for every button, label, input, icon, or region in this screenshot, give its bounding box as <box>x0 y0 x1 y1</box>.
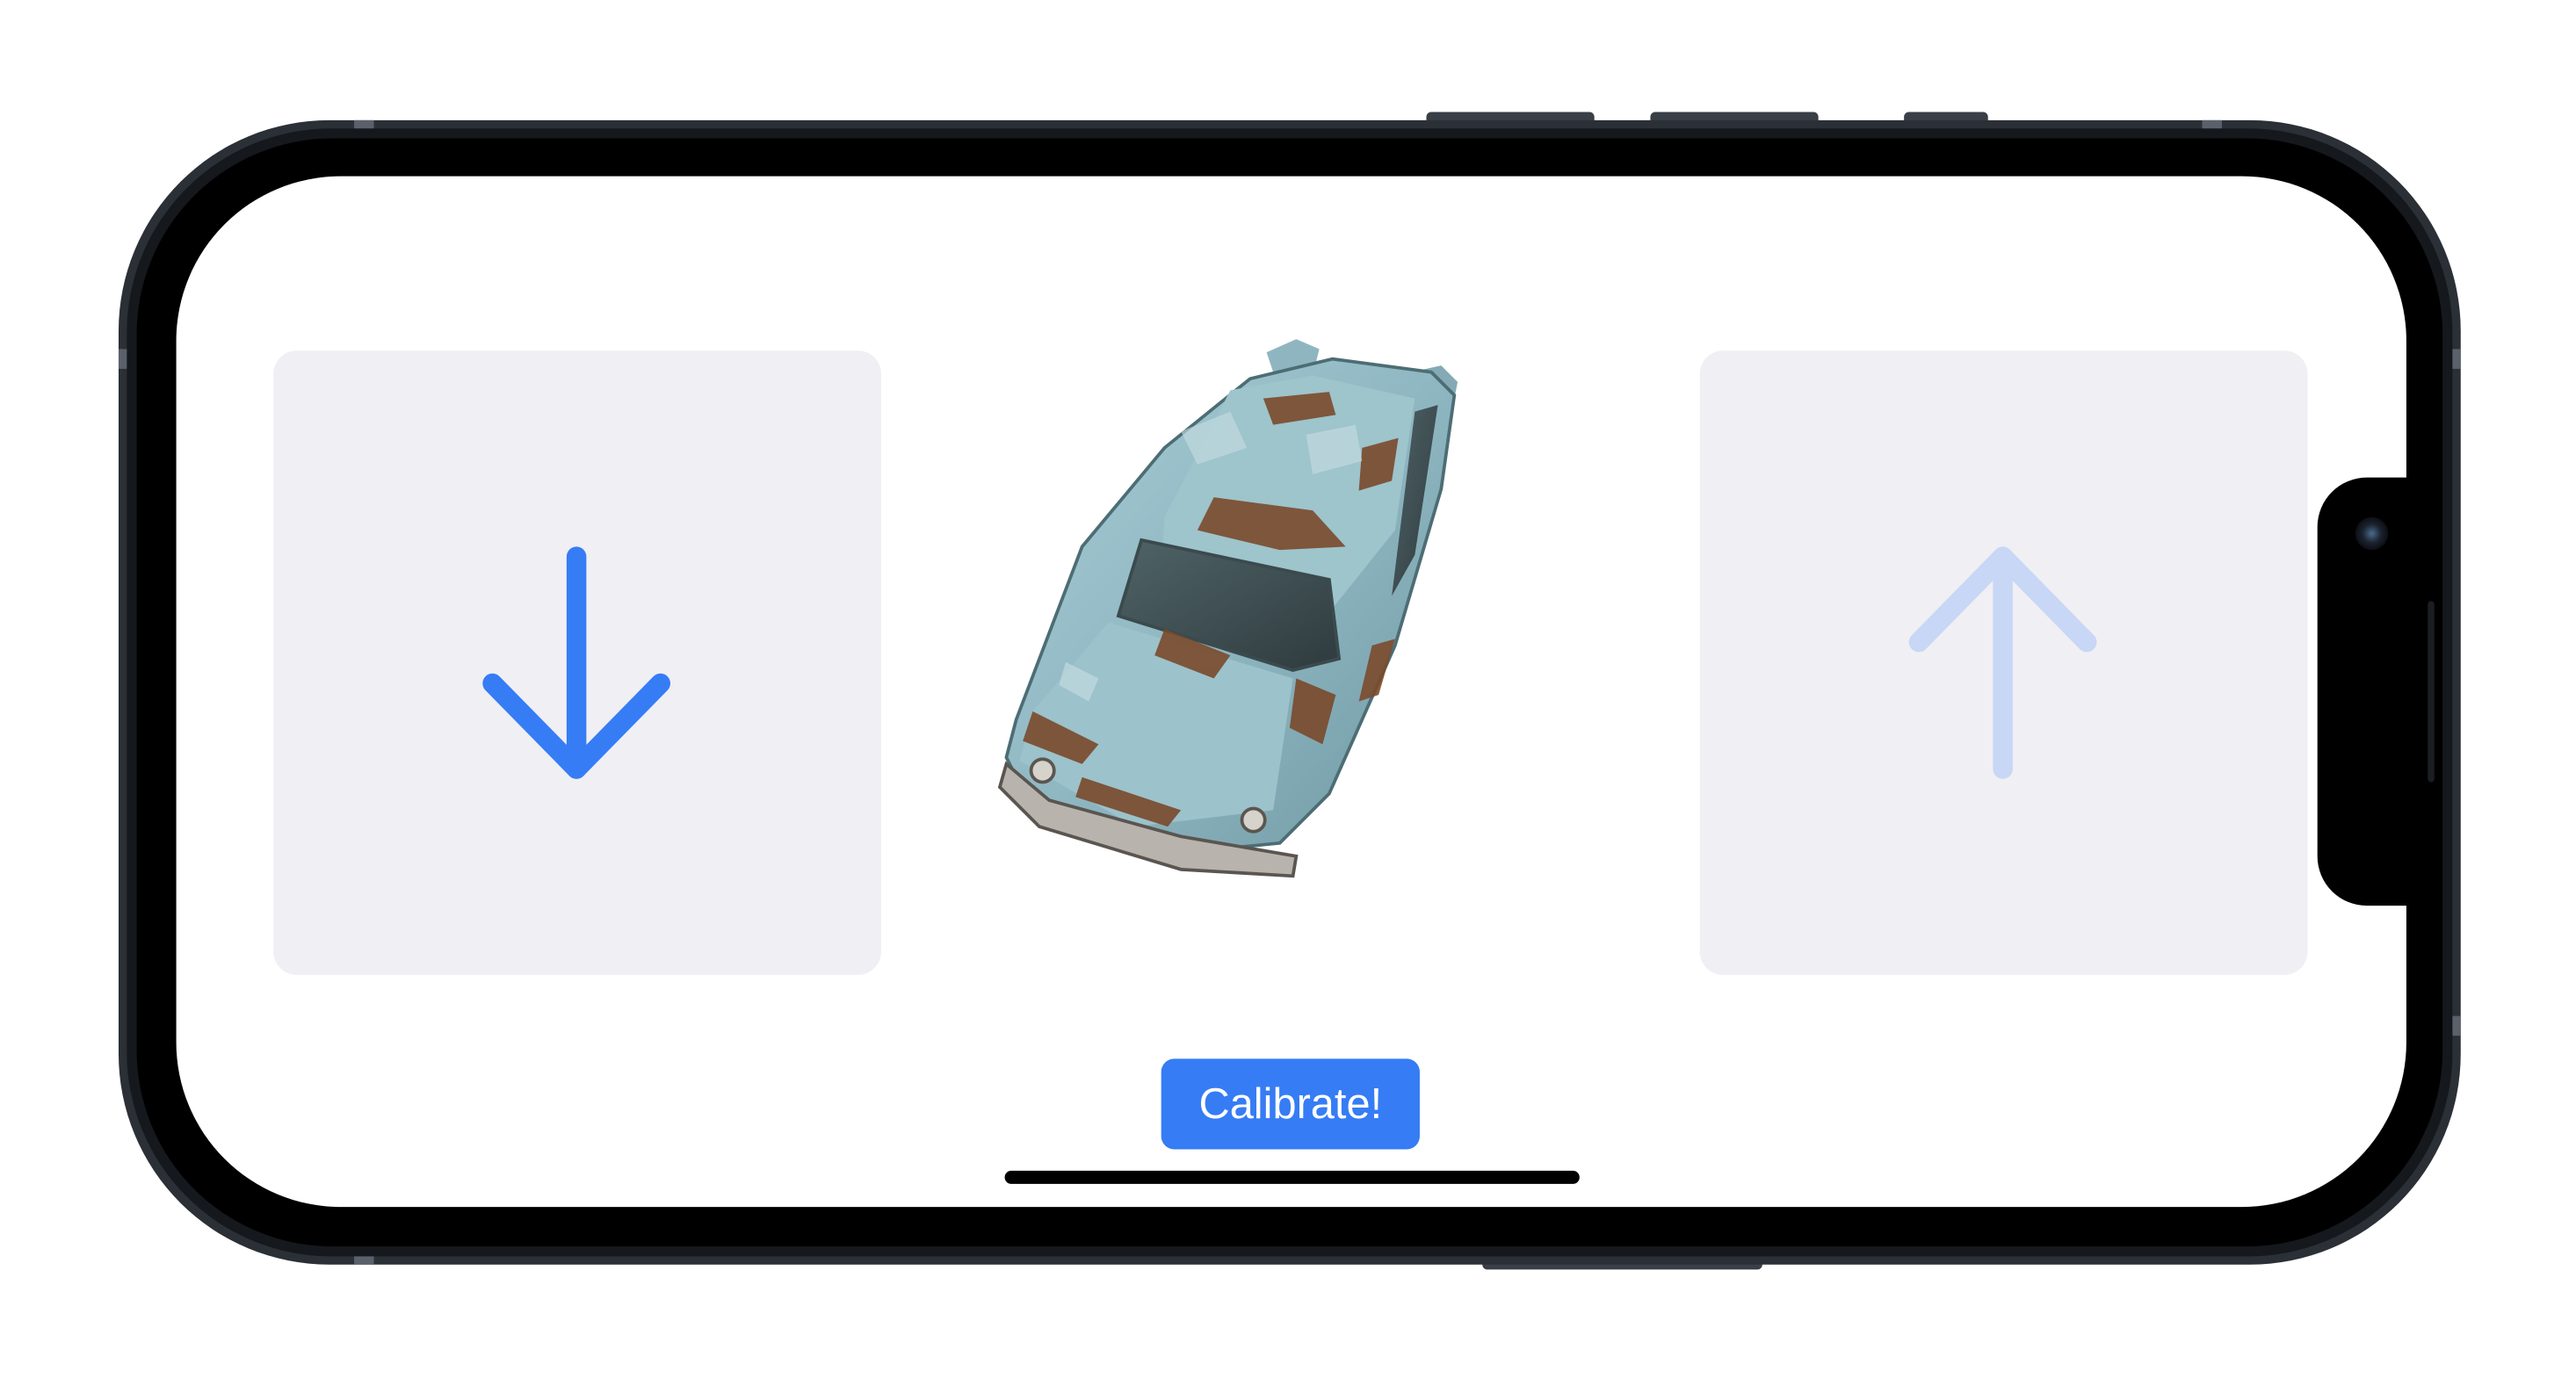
rusty-car-model <box>997 339 1458 878</box>
antenna-mark <box>354 119 374 129</box>
arrow-down-icon <box>482 546 670 779</box>
arrow-up-icon <box>1908 546 2097 779</box>
antenna-mark <box>2452 349 2461 369</box>
front-camera-icon <box>2355 516 2389 551</box>
app-screen: Calibrate! <box>176 176 2406 1208</box>
antenna-mark <box>354 1256 374 1265</box>
arrow-down-tile[interactable] <box>273 350 881 975</box>
antenna-mark <box>2452 1015 2461 1036</box>
calibrate-button[interactable]: Calibrate! <box>1161 1058 1420 1150</box>
home-indicator[interactable] <box>1004 1170 1580 1184</box>
device-stage: Calibrate! <box>0 0 2576 1378</box>
arrow-up-tile[interactable] <box>1699 350 2308 975</box>
antenna-mark <box>118 349 127 369</box>
speaker-grille <box>2428 601 2435 783</box>
antenna-mark <box>2202 119 2222 129</box>
